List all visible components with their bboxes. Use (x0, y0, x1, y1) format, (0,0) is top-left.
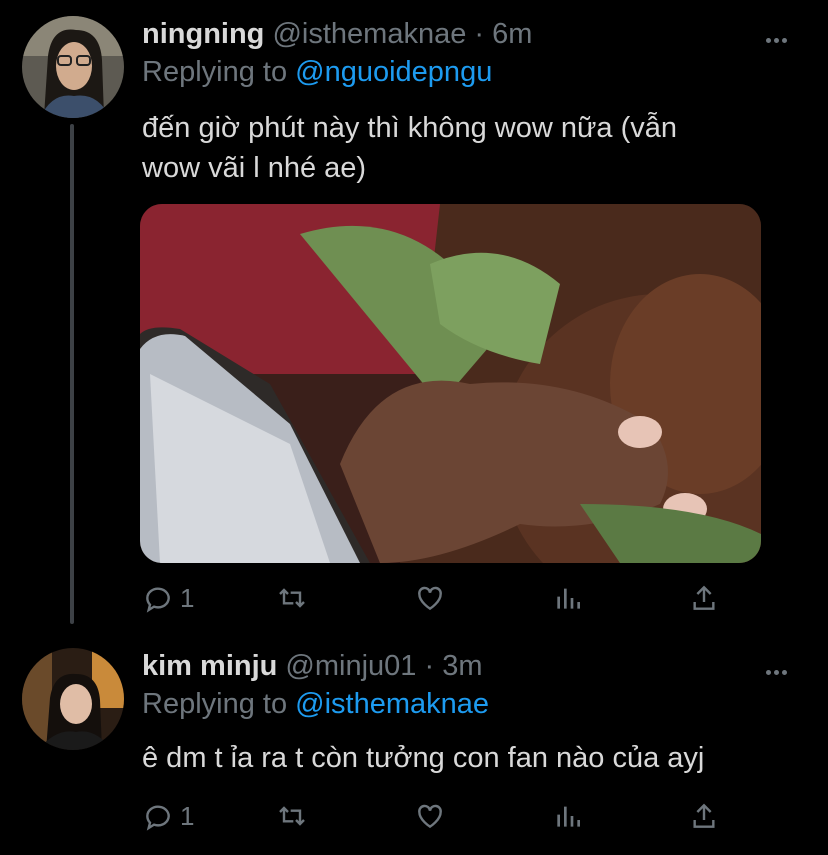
tweet-text-line: wow vãi l nhé ae) (142, 152, 367, 184)
analytics-icon (557, 806, 580, 827)
analytics-button[interactable] (552, 798, 584, 834)
like-icon (418, 586, 442, 611)
tweet-text-line: ê dm t ỉa ra t còn tưởng con fan nào của… (142, 742, 705, 774)
analytics-button[interactable] (552, 580, 584, 616)
avatar[interactable] (22, 16, 124, 118)
reply-count: 1 (180, 800, 195, 831)
retweet-icon (279, 588, 305, 608)
tweet-text: ê dm t ỉa ra t còn tưởng con fan nào của… (142, 738, 782, 778)
like-button[interactable] (414, 580, 446, 616)
replying-to-link[interactable]: @isthemaknae (295, 688, 489, 720)
analytics-icon (557, 588, 580, 609)
more-icon[interactable] (766, 30, 798, 43)
retweet-button[interactable] (276, 580, 308, 616)
tweet-header: kim minju @minju01 · 3m (142, 650, 483, 683)
replying-to-link[interactable]: @nguoidepngu (295, 56, 492, 88)
more-icon[interactable] (766, 662, 798, 675)
username[interactable]: @minju01 (285, 650, 416, 682)
share-button[interactable] (688, 580, 720, 616)
tweet-media-image[interactable] (140, 204, 761, 563)
retweet-icon (279, 806, 305, 826)
tweet-text-line: đến giờ phút này thì không wow nữa (vẫn (142, 112, 677, 144)
replying-to: Replying to @nguoidepngu (142, 56, 492, 89)
reply-icon (146, 805, 170, 831)
tweet-actions: 1 (142, 798, 742, 834)
display-name[interactable]: kim minju (142, 650, 277, 682)
retweet-button[interactable] (276, 798, 308, 834)
tweet-header: ningning @isthemaknae · 6m (142, 18, 532, 51)
share-button[interactable] (688, 798, 720, 834)
reply-icon (146, 587, 170, 613)
replying-prefix: Replying to (142, 56, 288, 88)
reply-button[interactable]: 1 (142, 798, 194, 834)
tweet[interactable]: kim minju @minju01 · 3m Replying to @ist… (0, 632, 828, 855)
share-icon (693, 803, 715, 828)
reply-button[interactable]: 1 (142, 580, 194, 616)
like-icon (418, 804, 442, 829)
tweet-actions: 1 (142, 580, 742, 616)
replying-to: Replying to @isthemaknae (142, 688, 489, 721)
avatar[interactable] (22, 648, 124, 750)
replying-prefix: Replying to (142, 688, 288, 720)
tweet-text: đến giờ phút này thì không wow nữa (vẫn … (142, 108, 782, 188)
separator: · (424, 650, 435, 682)
display-name[interactable]: ningning (142, 18, 264, 50)
thread-line (70, 124, 74, 624)
like-button[interactable] (414, 798, 446, 834)
timestamp[interactable]: 3m (442, 650, 482, 682)
username[interactable]: @isthemaknae (272, 18, 466, 50)
timestamp[interactable]: 6m (492, 18, 532, 50)
tweet[interactable]: ningning @isthemaknae · 6m Replying to @… (0, 0, 828, 632)
reply-count: 1 (180, 582, 195, 613)
share-icon (693, 585, 715, 610)
separator: · (474, 18, 485, 50)
